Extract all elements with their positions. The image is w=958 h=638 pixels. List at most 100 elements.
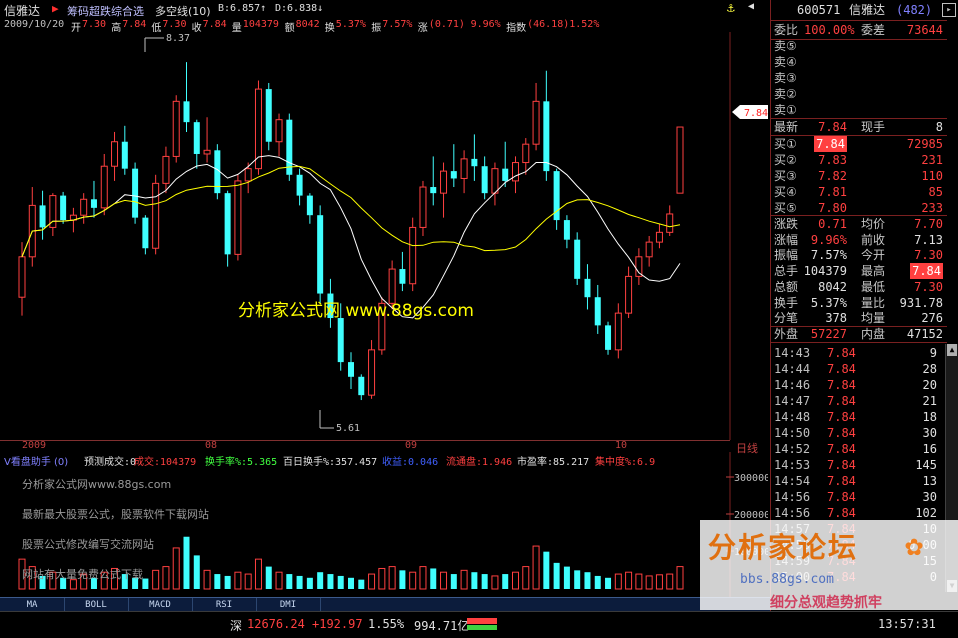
stat-value: 104379 bbox=[803, 264, 847, 279]
date-label-10: 10 bbox=[615, 440, 628, 451]
volume-bar bbox=[543, 551, 550, 589]
tick-row: 14:56 7.84 30 bbox=[771, 489, 939, 505]
quote-value: 9.96% bbox=[470, 19, 501, 30]
high-marker: 8.37 bbox=[144, 33, 190, 52]
forum-brand: 分析家论坛 bbox=[708, 531, 859, 564]
candlestick-chart[interactable]: 8.37 5.61 7.84 分析家公式网 www.88gs.com bbox=[0, 32, 768, 440]
volume-bar bbox=[358, 579, 365, 589]
volume-bar bbox=[645, 575, 653, 590]
sell-5-label: 卖⑤ bbox=[774, 39, 797, 53]
volume-bar bbox=[563, 566, 570, 589]
tick-row: 14:47 7.84 21 bbox=[771, 393, 939, 409]
scroll-left-icon[interactable]: ◀ bbox=[748, 1, 754, 12]
candle bbox=[90, 180, 97, 218]
volume-bar bbox=[306, 577, 313, 589]
stat-label: 量比 bbox=[861, 295, 886, 310]
quote-value: 5.37% bbox=[335, 19, 366, 30]
tick-price: 7.84 bbox=[827, 378, 856, 392]
stat-label: 振幅 bbox=[774, 248, 799, 263]
weibi-row: 委比 100.00% 委差 73644 bbox=[771, 22, 947, 38]
status-index: 12676.24 bbox=[247, 617, 305, 631]
status-market: 深 bbox=[230, 619, 243, 633]
buy-row[interactable]: 买③ 7.82 110 bbox=[771, 168, 947, 184]
volume-bar bbox=[450, 574, 457, 589]
candle bbox=[563, 215, 570, 249]
tick-row: 14:52 7.84 16 bbox=[771, 441, 939, 457]
stat-value: 378 bbox=[825, 311, 847, 326]
tab-boll[interactable]: BOLL bbox=[64, 598, 129, 612]
tick-time: 14:46 bbox=[774, 378, 811, 392]
sell-2-row[interactable]: 卖② bbox=[771, 86, 947, 102]
stat-label: 总额 bbox=[774, 279, 799, 294]
sell-1-row[interactable]: 卖① bbox=[771, 102, 947, 118]
volume-bar bbox=[317, 572, 324, 589]
volume-bar bbox=[203, 569, 211, 590]
buy-row[interactable]: 买② 7.83 231 bbox=[771, 152, 947, 168]
tab-rsi[interactable]: RSI bbox=[192, 598, 257, 612]
tick-volume: 16 bbox=[922, 442, 937, 456]
stat-label: 涨幅 bbox=[774, 232, 799, 247]
volume-bar bbox=[471, 572, 478, 589]
volume-bar bbox=[254, 558, 262, 590]
tick-price: 7.84 bbox=[827, 394, 856, 408]
buy-price: 7.84 bbox=[814, 136, 847, 152]
tick-time: 14:44 bbox=[774, 362, 811, 376]
volume-bar bbox=[337, 575, 344, 589]
tab-dmi[interactable]: DMI bbox=[256, 598, 321, 612]
buy-row[interactable]: 买① 7.84 72985 bbox=[771, 136, 947, 152]
candle bbox=[286, 113, 293, 181]
buy-label: 买② bbox=[774, 153, 797, 167]
candle bbox=[49, 193, 57, 236]
volume-chart[interactable]: 300000 200000 100000 分析家公式网www.88gs.com … bbox=[0, 452, 768, 597]
buy-row[interactable]: 买④ 7.81 85 bbox=[771, 184, 947, 200]
stat-value: 5.37% bbox=[810, 295, 847, 310]
volume-bar bbox=[327, 574, 334, 589]
tick-price: 7.84 bbox=[827, 442, 856, 456]
tab-macd[interactable]: MACD bbox=[128, 598, 193, 612]
expand-icon[interactable]: ▸ bbox=[942, 3, 956, 17]
date-label-09: 09 bbox=[405, 440, 418, 451]
tick-price: 7.84 bbox=[827, 490, 856, 504]
candle bbox=[471, 134, 478, 181]
sell-3-row[interactable]: 卖③ bbox=[771, 70, 947, 86]
scroll-up-icon[interactable]: ▲ bbox=[947, 344, 957, 356]
tick-row: 14:48 7.84 18 bbox=[771, 409, 939, 425]
d-value: D:6.838↓ bbox=[275, 3, 324, 14]
tab-ma[interactable]: MA bbox=[0, 598, 65, 612]
candle bbox=[543, 70, 550, 181]
candle bbox=[172, 95, 180, 163]
forum-slogan: 细分总观趋势抓牢 bbox=[770, 595, 882, 611]
waipan-label: 外盘 bbox=[774, 327, 799, 341]
latest-label: 最新 bbox=[774, 120, 799, 134]
volume-bar bbox=[162, 566, 170, 590]
tick-price: 7.84 bbox=[827, 458, 856, 472]
low-marker: 5.61 bbox=[319, 410, 360, 434]
ma-line-white bbox=[21, 155, 681, 319]
candle bbox=[676, 126, 684, 194]
volume-bar bbox=[378, 567, 386, 590]
candle bbox=[100, 153, 108, 216]
stat-value: 276 bbox=[921, 311, 943, 326]
tick-time: 14:53 bbox=[774, 458, 811, 472]
status-bar: 深 12676.24 +192.97 1.55% 994.71亿 13:57:3… bbox=[0, 611, 958, 638]
sell-5-row[interactable]: 卖⑤ bbox=[771, 38, 947, 54]
stat-row: 涨跌 0.71 均价 7.70 bbox=[771, 216, 947, 232]
buy-volume: 233 bbox=[921, 201, 943, 215]
tick-time: 14:54 bbox=[774, 474, 811, 488]
indicator-name[interactable]: 筹码超跌综合选 bbox=[67, 3, 144, 19]
anchor-icon[interactable]: ⚓ bbox=[727, 1, 735, 16]
sell-4-row[interactable]: 卖④ bbox=[771, 54, 947, 70]
buy-row[interactable]: 买⑤ 7.80 233 bbox=[771, 200, 947, 216]
volume-bar bbox=[655, 574, 663, 590]
play-arrow-icon[interactable]: ▶ bbox=[52, 2, 59, 15]
stat-value: 7.84 bbox=[910, 263, 943, 280]
tick-volume: 28 bbox=[922, 362, 937, 376]
candle bbox=[368, 340, 376, 399]
forum-url: bbs.88gs.com bbox=[740, 572, 834, 587]
candle bbox=[450, 144, 457, 188]
candle bbox=[358, 374, 365, 401]
buy-volume: 72985 bbox=[906, 137, 943, 151]
candle bbox=[193, 119, 200, 169]
status-time: 13:57:31 bbox=[878, 617, 936, 631]
current-price-label: 7.84 bbox=[744, 108, 768, 119]
